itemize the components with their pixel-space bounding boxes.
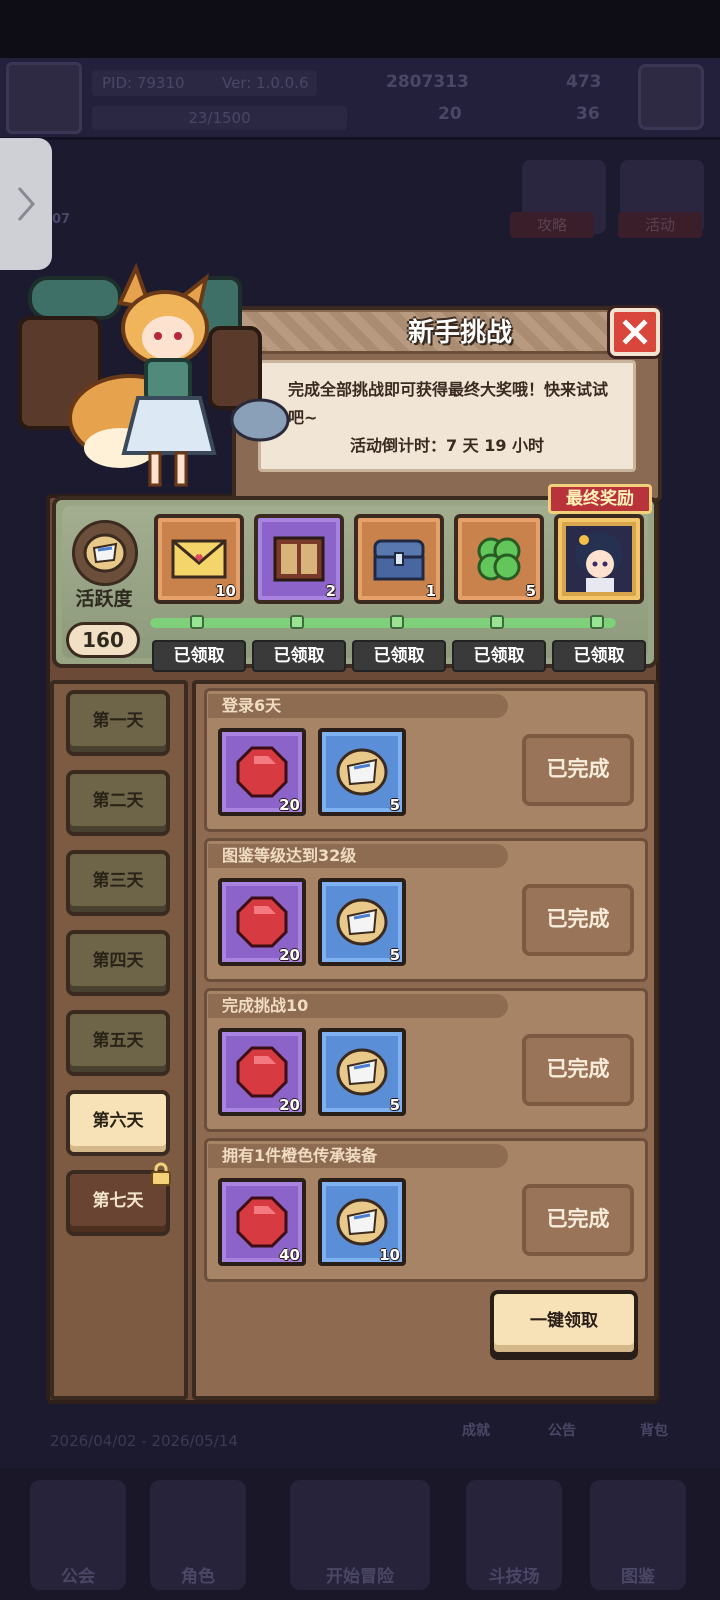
countdown-text: 活动倒计时：7 天 19 小时 xyxy=(349,436,545,455)
nav-character-label: 角色 xyxy=(181,1567,215,1587)
item-count: 40 xyxy=(279,1246,300,1264)
ruby-icon xyxy=(236,1196,288,1248)
nav-codex-label: 图鉴 xyxy=(621,1567,655,1587)
exp-bar: 23/1500 xyxy=(92,106,347,130)
chevron-right-icon xyxy=(17,187,35,221)
claimed-button[interactable]: 已领取 xyxy=(352,640,446,672)
nav-start-label: 开始冒险 xyxy=(326,1567,394,1587)
reward-count: 5 xyxy=(525,582,536,600)
task-title: 图鉴等级达到32级 xyxy=(222,846,357,865)
tab-day-1[interactable]: 第一天 xyxy=(66,690,170,756)
item-count: 5 xyxy=(389,1096,400,1114)
scroll-icon xyxy=(336,898,388,946)
activity-progress-bar xyxy=(150,618,616,628)
scroll-reward[interactable]: 10 xyxy=(318,1178,406,1266)
settings-button[interactable] xyxy=(638,64,704,130)
item-count: 5 xyxy=(389,796,400,814)
ruby-icon xyxy=(236,896,288,948)
claimed-button[interactable]: 已领取 xyxy=(152,640,246,672)
clover-amount: 20 xyxy=(438,104,462,124)
claimed-button[interactable]: 已领取 xyxy=(552,640,646,672)
completed-button[interactable]: 已完成 xyxy=(522,1034,634,1106)
tab-day-5[interactable]: 第五天 xyxy=(66,1010,170,1076)
notice-label: 公告 xyxy=(548,1423,576,1439)
gem-reward[interactable]: 20 xyxy=(218,878,306,966)
status-bar xyxy=(0,0,720,58)
lock-icon xyxy=(151,1162,171,1186)
scroll-icon xyxy=(336,748,388,796)
item-count: 20 xyxy=(279,1096,300,1114)
progress-node xyxy=(290,615,304,629)
description-text: 完成全部挑战即可获得最终大奖哦！快来试试吧~ xyxy=(288,380,609,427)
item-count: 10 xyxy=(379,1246,400,1264)
item-count: 20 xyxy=(279,796,300,814)
clover-icon xyxy=(477,537,521,581)
event-label: 活动 xyxy=(618,212,702,238)
activity-progress-fill xyxy=(150,618,616,628)
scroll-reward[interactable]: 5 xyxy=(318,878,406,966)
claimed-button[interactable]: 已领取 xyxy=(252,640,346,672)
task-title: 完成挑战10 xyxy=(222,996,309,1015)
tab-day-3[interactable]: 第三天 xyxy=(66,850,170,916)
tab-day-6[interactable]: 第六天 xyxy=(66,1090,170,1156)
progress-node xyxy=(390,615,404,629)
book-icon xyxy=(273,536,325,582)
close-icon xyxy=(622,319,648,345)
task-title: 拥有1件橙色传承装备 xyxy=(222,1146,378,1165)
item-count: 5 xyxy=(389,946,400,964)
tab-day-4[interactable]: 第四天 xyxy=(66,930,170,996)
completed-button[interactable]: 已完成 xyxy=(522,884,634,956)
progress-node xyxy=(490,615,504,629)
gem-reward[interactable]: 20 xyxy=(218,1028,306,1116)
version-label: Ver: 1.0.0.6 xyxy=(222,74,309,92)
nav-arena-label: 斗技场 xyxy=(488,1567,540,1587)
achievement-label: 成就 xyxy=(462,1423,490,1439)
reward-count: 2 xyxy=(325,582,336,600)
claimed-button[interactable]: 已领取 xyxy=(452,640,546,672)
ruby-icon xyxy=(236,1046,288,1098)
item-count: 20 xyxy=(279,946,300,964)
reward-count: 1 xyxy=(425,582,436,600)
gem-amount: 473 xyxy=(566,72,602,92)
letter-icon xyxy=(171,539,227,579)
scroll-icon xyxy=(72,520,138,586)
player-avatar xyxy=(6,62,82,134)
scroll-icon xyxy=(336,1048,388,1096)
gem-reward[interactable]: 40 xyxy=(218,1178,306,1266)
side-date: 07 xyxy=(52,212,71,227)
scroll-icon xyxy=(336,1198,388,1246)
chest-icon xyxy=(373,539,425,581)
final-reward-tag: 最终奖励 xyxy=(548,484,652,514)
completed-button[interactable]: 已完成 xyxy=(522,1184,634,1256)
reward-slot-final[interactable] xyxy=(554,514,644,604)
reward-slot-clover[interactable]: 5 xyxy=(454,514,544,604)
panel-title: 新手挑战 xyxy=(407,318,512,348)
gold-amount: 2807313 xyxy=(386,72,469,92)
character-portrait-icon xyxy=(566,526,632,592)
progress-node xyxy=(590,615,604,629)
completed-button[interactable]: 已完成 xyxy=(522,734,634,806)
stamina-amount: 36 xyxy=(576,104,600,124)
reward-slot-book[interactable]: 2 xyxy=(254,514,344,604)
task-title: 登录6天 xyxy=(222,696,282,715)
bag-label: 背包 xyxy=(640,1423,668,1439)
close-button[interactable] xyxy=(610,308,660,356)
scroll-reward[interactable]: 5 xyxy=(318,1028,406,1116)
claim-all-button[interactable]: 一键领取 xyxy=(490,1290,638,1356)
scroll-reward[interactable]: 5 xyxy=(318,728,406,816)
gem-reward[interactable]: 20 xyxy=(218,728,306,816)
progress-node xyxy=(190,615,204,629)
ruby-icon xyxy=(236,746,288,798)
event-dates: 2026/04/02 - 2026/05/14 xyxy=(50,1432,238,1450)
tab-day-2[interactable]: 第二天 xyxy=(66,770,170,836)
nav-guild-label: 公会 xyxy=(61,1567,95,1587)
reward-count: 10 xyxy=(215,582,236,600)
fox-girl-character-icon xyxy=(18,262,290,487)
guide-label: 攻略 xyxy=(510,212,594,238)
reward-slot-letter[interactable]: 10 xyxy=(154,514,244,604)
activity-value: 160 xyxy=(66,622,140,658)
activity-label: 活跃度 xyxy=(75,588,133,610)
reward-slot-chest[interactable]: 1 xyxy=(354,514,444,604)
